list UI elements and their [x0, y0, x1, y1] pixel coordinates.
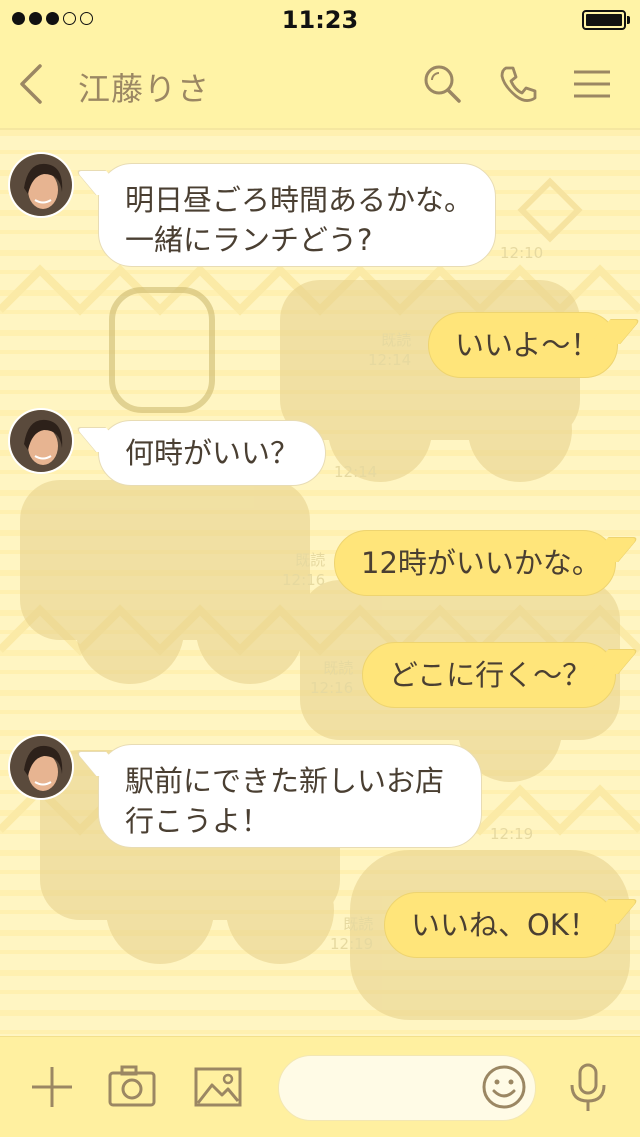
message-text: 何時がいい？	[125, 436, 300, 470]
avatar[interactable]	[8, 408, 74, 474]
menu-icon[interactable]	[570, 62, 614, 106]
message-bubble-outgoing[interactable]: いいよ～！	[428, 312, 618, 378]
read-receipt: 既読 12:16	[282, 551, 326, 589]
chevron-left-icon[interactable]	[14, 62, 50, 106]
camera-icon[interactable]	[106, 1061, 158, 1113]
avatar[interactable]	[8, 152, 74, 218]
message-text: 一緒にランチどう?	[125, 223, 373, 257]
chat-header: 江藤りさ	[0, 40, 640, 130]
status-time: 11:23	[281, 6, 359, 34]
message-bubble-outgoing[interactable]: 12時がいいかな。	[334, 530, 616, 596]
microphone-icon[interactable]	[562, 1061, 614, 1113]
read-receipt: 既読 12:14	[368, 331, 412, 369]
message-bubble-incoming[interactable]: 駅前にできた新しいお店 行こうよ！	[98, 744, 482, 848]
message-text: いいね、OK！	[411, 908, 598, 942]
message-text: どこに行く～？	[389, 658, 592, 692]
chat-title: 江藤りさ	[78, 70, 211, 108]
message-bubble-incoming[interactable]: 何時がいい？	[98, 420, 326, 486]
message-time: 12:14	[334, 463, 378, 481]
read-receipt: 既読 12:19	[330, 915, 374, 953]
battery-icon	[582, 10, 630, 30]
read-receipt: 既読 12:16	[310, 659, 354, 697]
message-time: 12:19	[490, 825, 534, 843]
phone-icon[interactable]	[496, 62, 540, 106]
avatar[interactable]	[8, 734, 74, 800]
message-text: 行こうよ！	[125, 804, 271, 838]
input-bar	[0, 1036, 640, 1137]
message-text: 駅前にできた新しいお店	[125, 764, 445, 798]
message-text: 明日昼ごろ時間あるかな。	[125, 183, 474, 217]
message-bubble-outgoing[interactable]: どこに行く～？	[362, 642, 616, 708]
search-icon[interactable]	[420, 62, 464, 106]
message-text: 12時がいいかな。	[361, 546, 601, 580]
plus-icon[interactable]	[26, 1061, 78, 1113]
message-text: いいよ～！	[455, 328, 600, 362]
image-icon[interactable]	[192, 1061, 244, 1113]
message-bubble-incoming[interactable]: 明日昼ごろ時間あるかな。 一緒にランチどう?	[98, 163, 496, 267]
status-bar: 11:23	[0, 0, 640, 40]
message-time: 12:10	[500, 244, 544, 262]
smile-icon[interactable]	[478, 1061, 530, 1113]
message-bubble-outgoing[interactable]: いいね、OK！	[384, 892, 616, 958]
